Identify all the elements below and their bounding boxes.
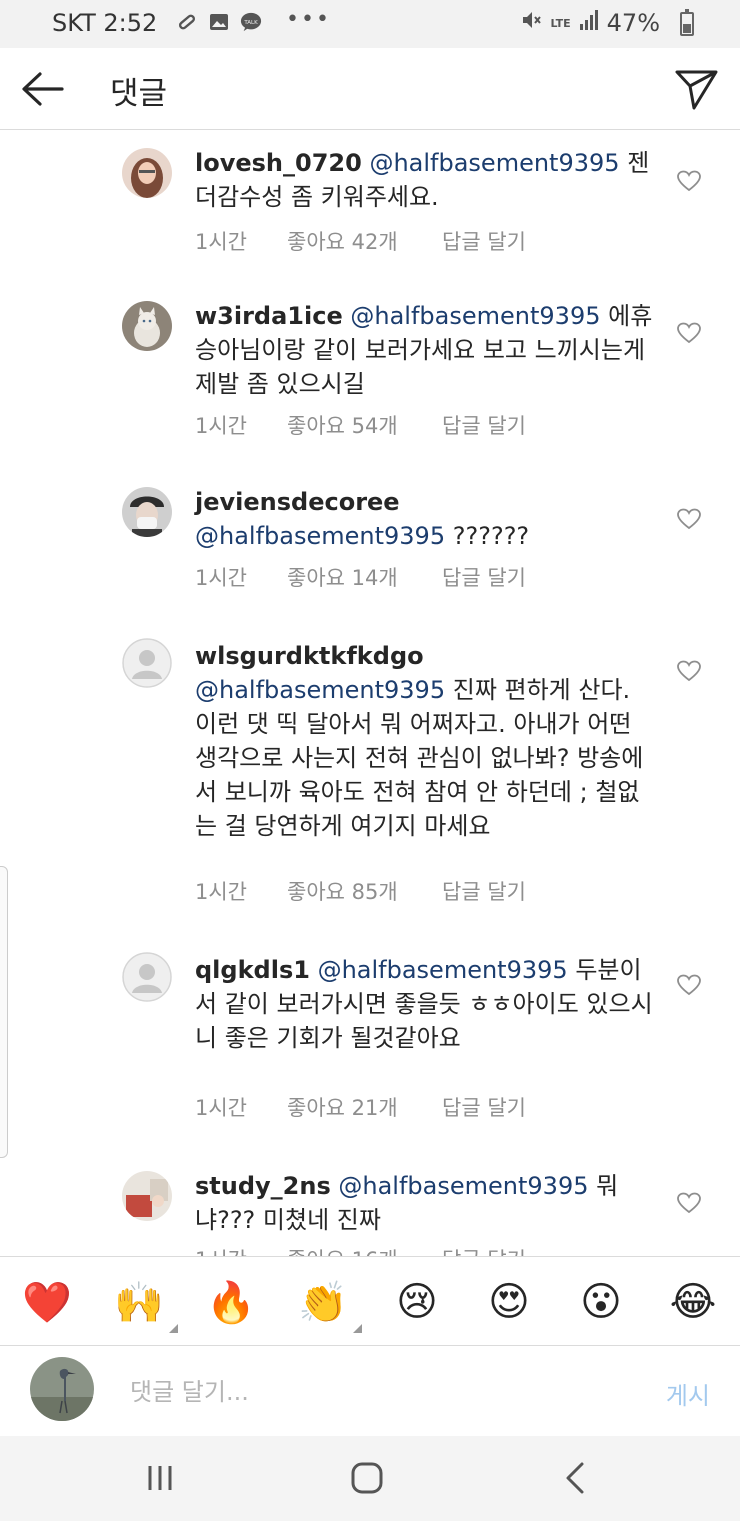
notification-icons: TALK [176,11,262,33]
link-icon [176,11,198,33]
avatar[interactable] [122,1171,172,1221]
skin-tone-indicator [169,1324,178,1333]
emoji-quick-bar: ❤️ 🙌 🔥 👏 😢 😍 😮 😂 [0,1256,740,1346]
carrier-time: SKT 2:52 [52,9,158,37]
default-avatar[interactable] [122,952,172,1002]
talk-label: TALK [243,20,258,26]
reply-button[interactable]: 답글 달기 [442,410,526,440]
status-bar: SKT 2:52 TALK ••• LTE 47% [0,0,740,48]
chevron-left-icon [566,1462,584,1494]
page-title: 댓글 [110,76,168,112]
comment-list[interactable]: lovesh_0720 @halfbasement9395 젠더감수성 좀 키워… [0,130,740,1256]
mute-icon [520,9,542,37]
crying-emoji-button[interactable]: 😢 [392,1277,442,1327]
reply-button[interactable]: 답글 달기 [442,1244,526,1256]
comment-time: 1시간 [195,880,248,904]
laughing-emoji-button[interactable]: 😂 [668,1277,718,1327]
comment-likes[interactable]: 좋아요 16개 [287,1244,442,1256]
post-button[interactable]: 게시 [666,1376,710,1411]
comment-username[interactable]: w3irda1ice [195,302,343,330]
heart-icon[interactable] [677,660,701,682]
comment-username[interactable]: qlgkdls1 [195,956,310,984]
heart-eyes-emoji-button[interactable]: 😍 [484,1277,534,1327]
avatar[interactable] [122,487,172,537]
back-button[interactable] [18,64,68,114]
comment-username[interactable]: wlsgurdktkfkdgo [195,642,424,670]
clapping-emoji-button[interactable]: 👏 [298,1277,362,1333]
comment-username[interactable]: jeviensdecoree [195,488,400,516]
comment-likes[interactable]: 좋아요 21개 [287,1092,442,1122]
heart-icon[interactable] [677,508,701,530]
comment-likes[interactable]: 좋아요 85개 [287,876,442,906]
heart-icon[interactable] [677,974,701,996]
my-avatar [30,1357,94,1421]
comment-time: 1시간 [195,230,248,254]
comment-mention[interactable]: @halfbasement9395 [318,956,568,984]
battery-percent: 47% [606,9,660,37]
comment-mention[interactable]: @halfbasement9395 [195,522,445,550]
fire-emoji-button[interactable]: 🔥 [206,1277,256,1327]
clapping-emoji: 👏 [298,1279,348,1326]
network-type: LTE [550,16,571,30]
image-icon [208,11,230,33]
comment-mention[interactable]: @halfbasement9395 [338,1172,588,1200]
default-avatar[interactable] [122,638,172,688]
comment-input[interactable] [130,1372,630,1412]
share-button[interactable] [672,64,720,112]
surprised-emoji-button[interactable]: 😮 [576,1277,626,1327]
raising-hands-emoji-button[interactable]: 🙌 [114,1277,178,1333]
comment-mention[interactable]: @halfbasement9395 [350,302,600,330]
home-icon [351,1462,383,1494]
home-button[interactable] [347,1458,387,1498]
paper-plane-icon [675,70,718,110]
heart-icon[interactable] [677,170,701,192]
talk-icon: TALK [240,11,262,33]
recent-apps-button[interactable] [140,1458,180,1498]
comment-username[interactable]: study_2ns [195,1172,331,1200]
edge-panel-handle[interactable] [0,866,8,1158]
raising-hands-emoji: 🙌 [114,1279,164,1326]
reply-button[interactable]: 답글 달기 [442,876,526,906]
comment-composer: 게시 [0,1346,740,1436]
reply-button[interactable]: 답글 달기 [442,226,526,256]
system-nav-bar [0,1436,740,1521]
status-right: LTE 47% [520,9,660,37]
avatar[interactable] [122,148,172,198]
more-icon: ••• [286,7,331,32]
comment-likes[interactable]: 좋아요 14개 [287,562,442,592]
skin-tone-indicator [353,1324,362,1333]
heart-icon[interactable] [677,1192,701,1214]
arrow-left-icon [22,72,64,106]
comment-mention[interactable]: @halfbasement9395 [195,676,445,704]
comment-time: 1시간 [195,566,248,590]
comment-likes[interactable]: 좋아요 42개 [287,226,442,256]
signal-icon [579,9,599,37]
comment-likes[interactable]: 좋아요 54개 [287,410,442,440]
system-back-button[interactable] [556,1458,596,1498]
comment-username[interactable]: lovesh_0720 [195,149,362,177]
recent-apps-icon [148,1466,172,1490]
heart-icon[interactable] [677,322,701,344]
reply-button[interactable]: 답글 달기 [442,1092,526,1122]
avatar[interactable] [122,301,172,351]
comment-time: 1시간 [195,414,248,438]
reply-button[interactable]: 답글 달기 [442,562,526,592]
battery-icon [680,9,694,36]
comment-time: 1시간 [195,1096,248,1120]
comment-time: 1시간 [195,1244,287,1256]
comment-text: ?????? [452,522,530,550]
comment-mention[interactable]: @halfbasement9395 [369,149,619,177]
heart-emoji-button[interactable]: ❤️ [22,1277,72,1327]
header: 댓글 [0,48,740,130]
